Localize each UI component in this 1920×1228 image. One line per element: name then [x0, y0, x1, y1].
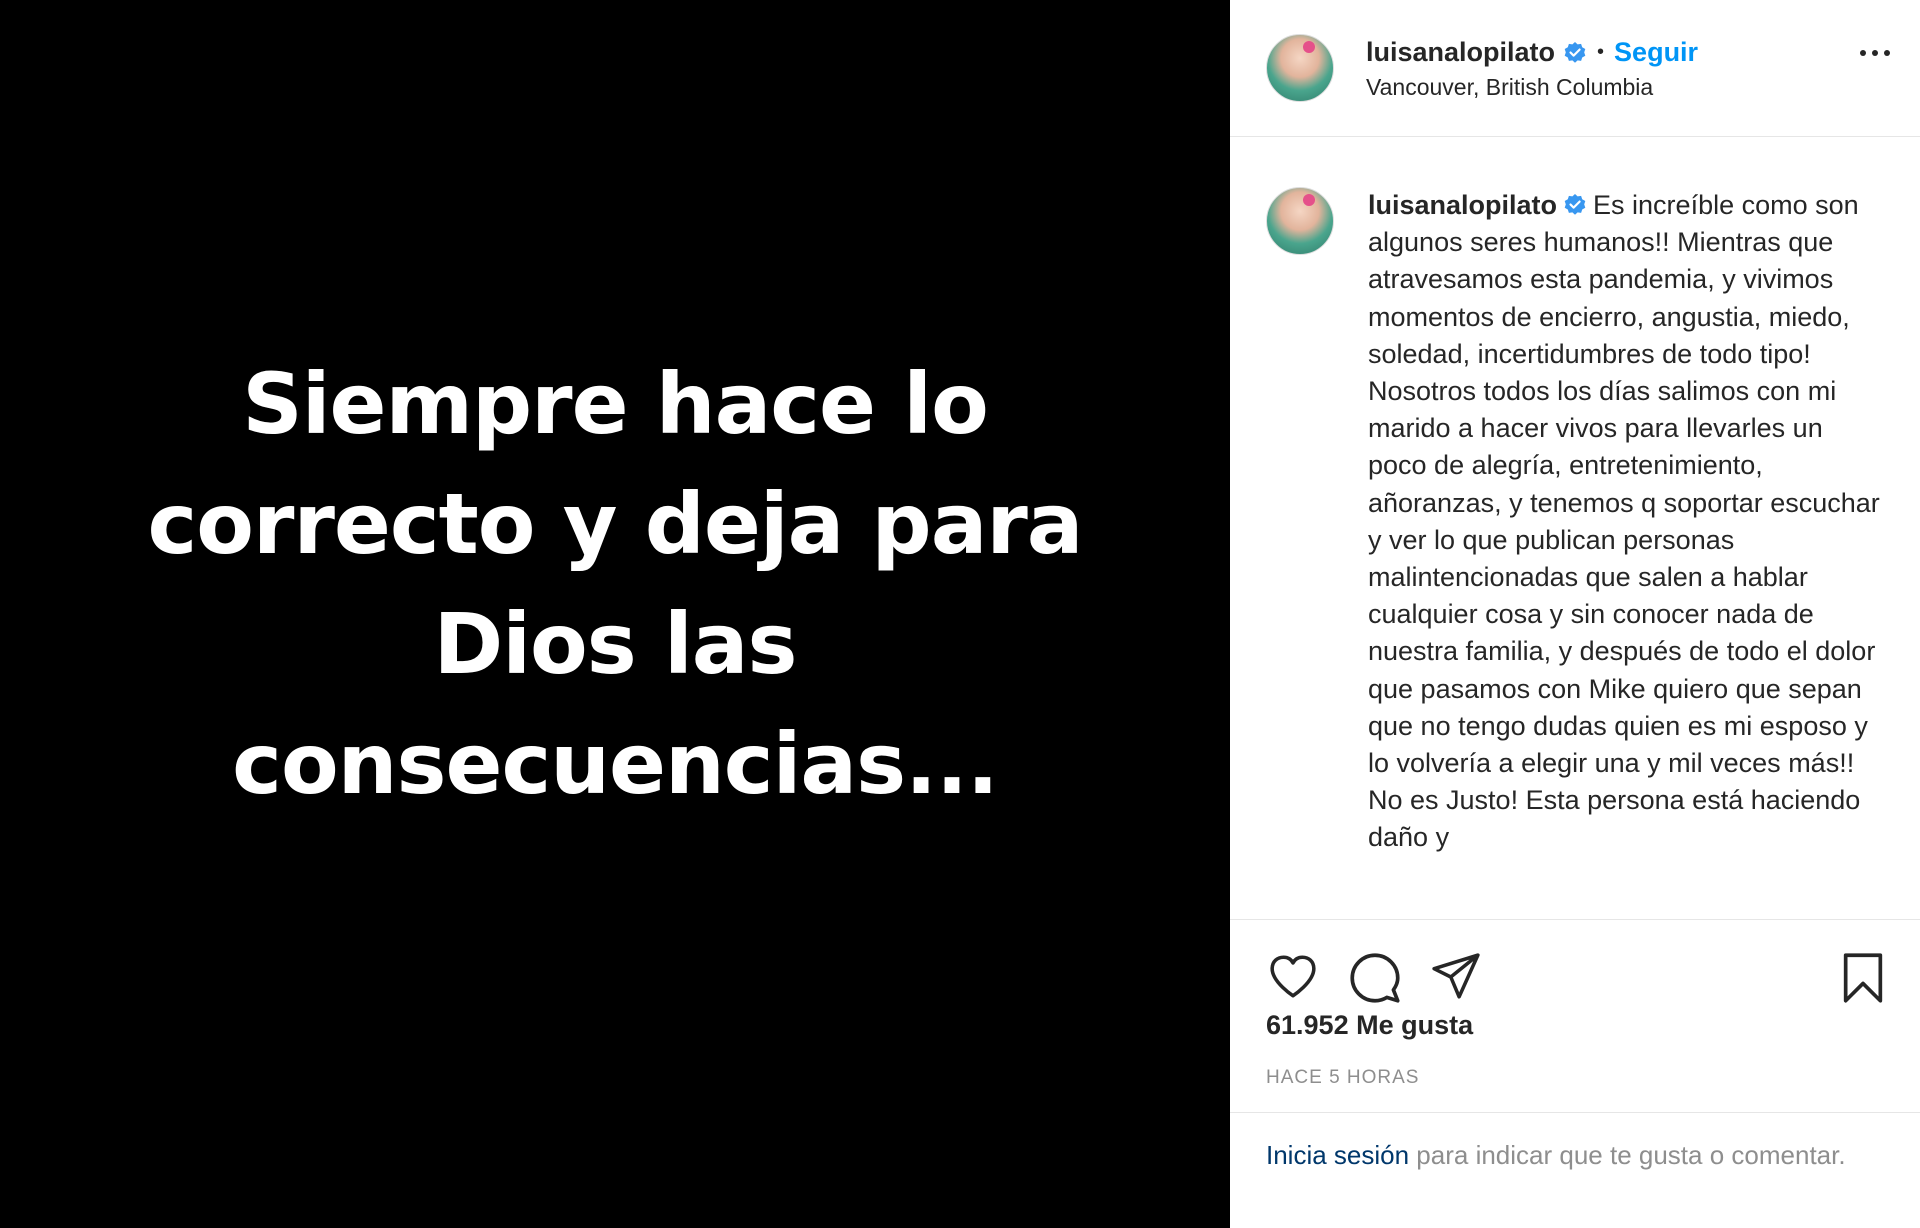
login-prompt-rest: para indicar que te gusta o comentar. [1409, 1140, 1846, 1170]
caption-avatar[interactable] [1266, 187, 1334, 255]
post-timestamp[interactable]: HACE 5 HORAS [1266, 1067, 1419, 1089]
verified-badge-icon [1564, 41, 1586, 63]
post-image[interactable]: Siempre hace lo correcto y deja para Dio… [0, 0, 1230, 1228]
avatar[interactable] [1266, 34, 1334, 102]
likes-count[interactable]: 61.952 Me gusta [1266, 1010, 1473, 1041]
follow-button[interactable]: Seguir [1614, 37, 1698, 68]
post-image-line-3: Dios las [433, 595, 798, 693]
post-sidebar: luisanalopilato • Seguir Vancouver, Brit… [1230, 0, 1920, 1228]
login-prompt: Inicia sesión para indicar que te gusta … [1230, 1112, 1920, 1228]
caption-username-link[interactable]: luisanalopilato [1368, 190, 1557, 220]
caption-text: Es increíble como son algunos seres huma… [1368, 190, 1880, 853]
login-prompt-text: Inicia sesión para indicar que te gusta … [1266, 1137, 1866, 1174]
more-options-icon[interactable] [1860, 50, 1890, 56]
header-text: luisanalopilato • Seguir Vancouver, Brit… [1366, 37, 1698, 101]
bookmark-icon[interactable] [1840, 952, 1886, 1004]
verified-badge-icon [1564, 194, 1586, 215]
post-image-line-4: consecuencias... [232, 715, 999, 813]
heart-icon[interactable] [1266, 952, 1320, 1002]
post-image-line-2: correcto y deja para [147, 475, 1084, 573]
post-header: luisanalopilato • Seguir Vancouver, Brit… [1230, 0, 1920, 137]
username-link[interactable]: luisanalopilato [1366, 37, 1555, 68]
header-line: luisanalopilato • Seguir [1366, 37, 1698, 68]
comments-section[interactable]: luisanalopilato Es increíble como son al… [1230, 137, 1920, 920]
instagram-post-view: Siempre hace lo correcto y deja para Dio… [0, 0, 1920, 1228]
separator-dot: • [1597, 41, 1605, 63]
comment-icon[interactable] [1348, 952, 1402, 1004]
login-link[interactable]: Inicia sesión [1266, 1140, 1409, 1170]
caption: luisanalopilato Es increíble como son al… [1368, 187, 1888, 857]
location-link[interactable]: Vancouver, British Columbia [1366, 74, 1698, 101]
post-image-text: Siempre hace lo correcto y deja para Dio… [125, 344, 1105, 824]
post-image-line-1: Siempre hace lo [242, 355, 989, 453]
send-icon[interactable] [1430, 952, 1482, 1002]
